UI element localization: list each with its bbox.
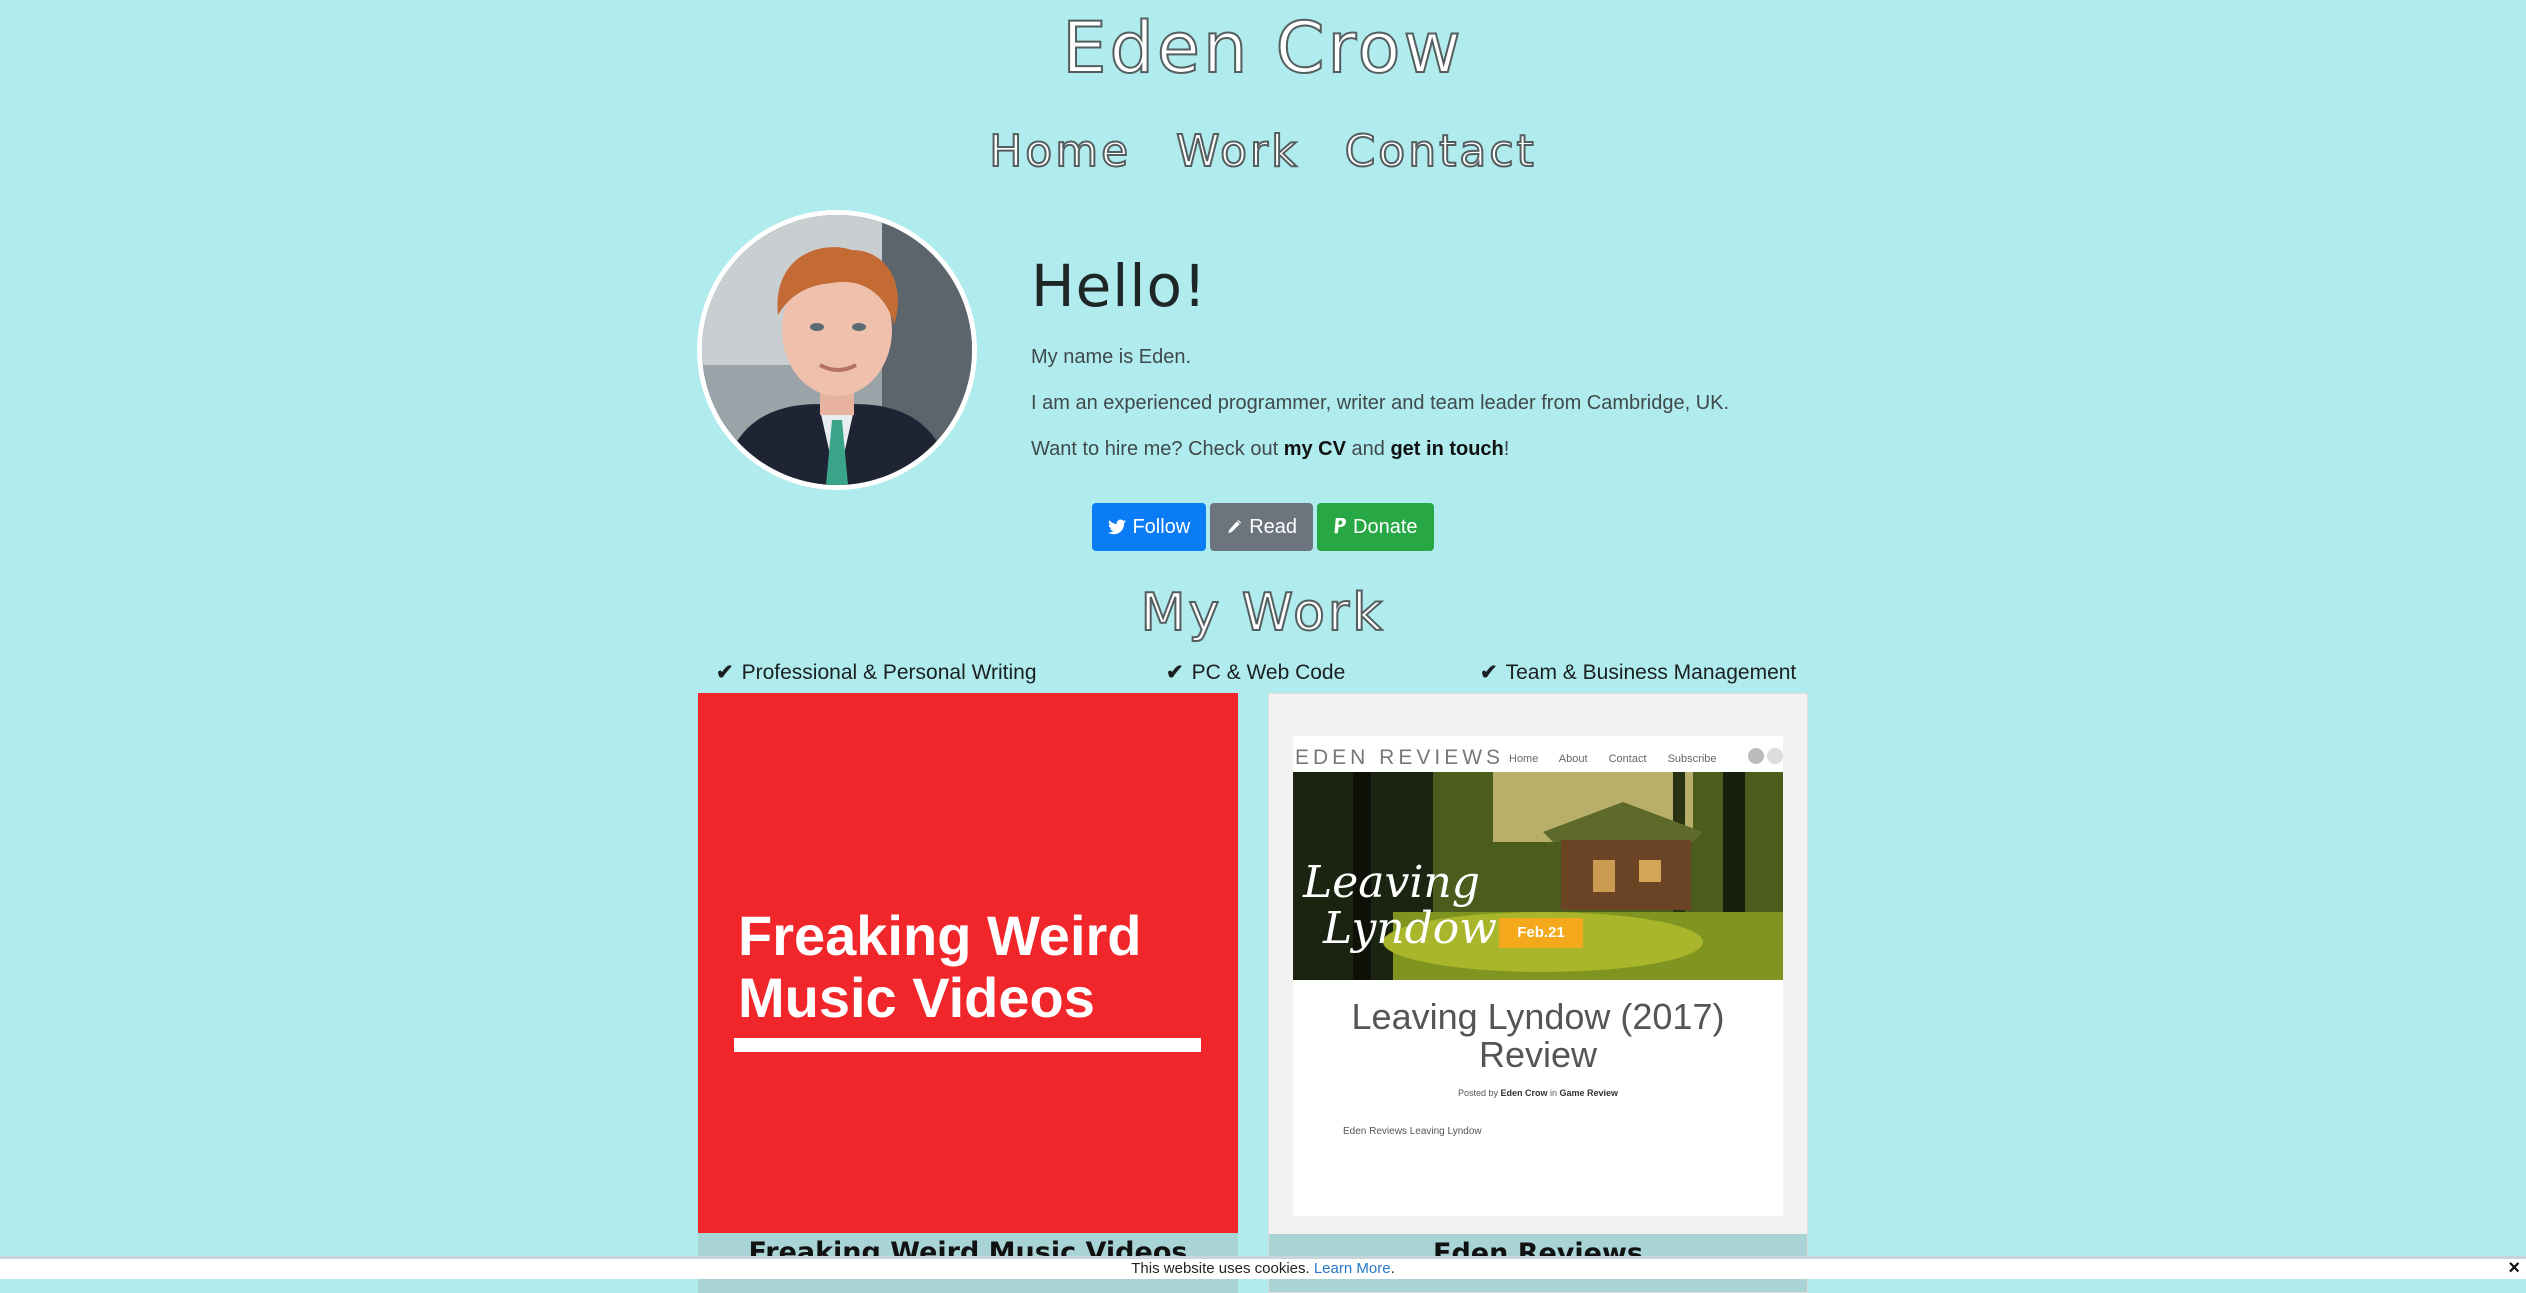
paypal-icon [1333,503,1347,551]
check-icon: ✔ [716,661,734,684]
nav-work[interactable]: Work [1175,122,1299,182]
cookie-suffix: . [1390,1260,1395,1277]
feature-management: ✔ Team & Business Management [1480,658,1796,688]
eden-reviews-screenshot: EDEN REVIEWS Home About Contact Subscrib… [1293,736,1783,1216]
er-hero-image: Leaving Lyndow [1293,772,1783,980]
follow-button[interactable]: Follow [1092,503,1207,551]
er-meta-category: Game Review [1559,1088,1619,1098]
cv-link[interactable]: my CV [1284,438,1346,460]
twitter-icon [1748,748,1764,764]
site-title[interactable]: Eden Crow [0,7,2526,89]
profile-photo [702,215,972,485]
intro-name: My name is Eden. [1031,346,1192,368]
read-button[interactable]: Read [1210,503,1314,551]
hire-mid: and [1345,438,1391,460]
er-hero-line1: Leaving [1303,857,1480,908]
pencil-icon [1226,503,1243,551]
nav-contact[interactable]: Contact [1344,122,1537,182]
feature-label: PC & Web Code [1191,661,1346,684]
er-menu: Home About Contact Subscribe [1509,753,1735,765]
cookie-learn-more-link[interactable]: Learn More [1314,1260,1391,1277]
er-hero-line2: Lyndow [1323,903,1497,954]
contact-link[interactable]: get in touch [1390,438,1503,460]
fwmv-underline [734,1038,1201,1052]
fwmv-thumbnail-text: Freaking Weird Music Videos [738,905,1218,1029]
work-title: My Work [1140,582,1386,644]
er-post-meta: Posted by Eden Crow in Game Review [1293,1088,1783,1098]
feature-label: Professional & Personal Writing [741,661,1037,684]
social-buttons: Follow Read Donate [0,503,2526,551]
er-meta-mid: in [1547,1088,1560,1098]
er-meta-author: Eden Crow [1500,1088,1548,1098]
feature-writing: ✔ Professional & Personal Writing [716,658,1037,688]
rss-icon [1767,748,1783,764]
er-post-title-line2: Review [1478,1034,1598,1075]
er-menu-item: Home [1509,753,1539,765]
feature-code: ✔ PC & Web Code [1166,658,1345,688]
work-card-eden-reviews[interactable]: EDEN REVIEWS Home About Contact Subscrib… [1268,693,1808,1293]
er-menu-item: Contact [1608,753,1647,765]
er-post-title: Leaving Lyndow (2017) Review [1293,998,1783,1074]
work-card-fwmv[interactable]: Freaking Weird Music Videos Freaking Wei… [698,693,1238,1293]
check-icon: ✔ [1480,661,1498,684]
er-menu-item: About [1558,753,1588,765]
donate-button[interactable]: Donate [1317,503,1434,551]
er-menu-item: Subscribe [1667,753,1717,765]
er-post-title-line1: Leaving Lyndow (2017) [1351,996,1725,1037]
intro-heading: Hello! [1031,252,1208,320]
close-icon[interactable]: × [2508,1258,2520,1278]
nav-home[interactable]: Home [988,122,1131,182]
er-excerpt: Eden Reviews Leaving Lyndow [1343,1126,1482,1137]
follow-label: Follow [1132,516,1191,538]
feature-label: Team & Business Management [1505,661,1797,684]
hire-prefix: Want to hire me? Check out [1031,438,1284,460]
hire-suffix: ! [1503,438,1510,460]
cookie-text: This website uses cookies. [1131,1260,1314,1277]
intro-description: I am an experienced programmer, writer a… [1031,392,1730,414]
intro-hire: Want to hire me? Check out my CV and get… [1031,436,1831,462]
fwmv-thumb-line1: Freaking Weird [738,904,1142,967]
main-nav: Home Work Contact [0,122,2526,182]
check-icon: ✔ [1166,661,1184,684]
fwmv-thumb-line2: Music Videos [738,966,1095,1029]
er-meta-prefix: Posted by [1457,1088,1501,1098]
twitter-icon [1108,503,1127,551]
er-hero-title: Leaving Lyndow [1303,860,1523,952]
cookie-banner: This website uses cookies. Learn More. × [0,1256,2526,1279]
er-brand: EDEN REVIEWS [1295,746,1505,769]
profile-avatar [697,210,977,490]
intro-section: Hello! My name is Eden. I am an experien… [1031,248,1831,482]
read-label: Read [1249,516,1298,538]
er-social-icons [1745,748,1783,769]
donate-label: Donate [1353,516,1418,538]
er-date-badge: Feb.21 [1499,918,1583,948]
